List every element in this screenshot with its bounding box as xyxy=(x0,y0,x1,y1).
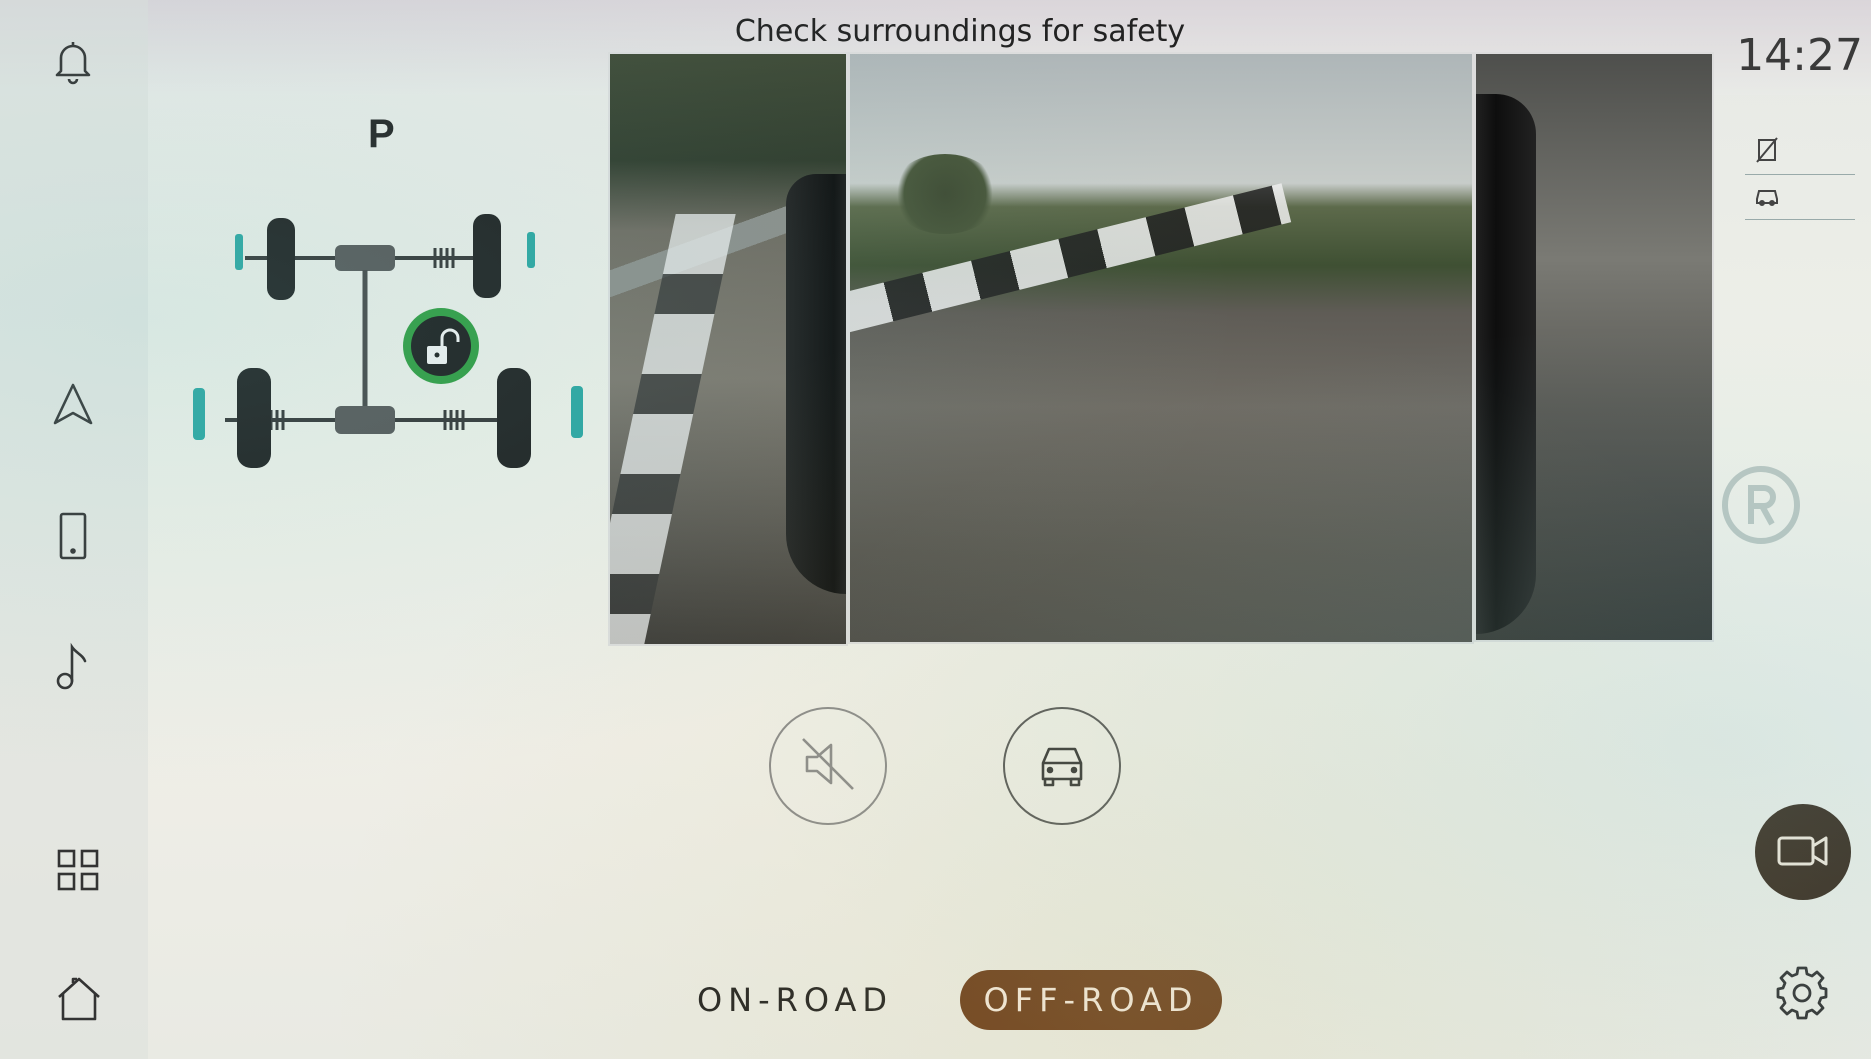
terrain-camera-screen: P Check surroundings for safety 14:27 ON… xyxy=(0,0,1871,1059)
bell-icon xyxy=(45,33,101,93)
speaker-muted-icon xyxy=(797,733,859,799)
no-parking-sensor-icon xyxy=(1753,136,1781,168)
home-button[interactable] xyxy=(44,966,114,1036)
navigation-arrow-icon xyxy=(45,377,101,437)
vehicle-side xyxy=(786,174,846,594)
settings-button[interactable] xyxy=(1770,963,1834,1027)
camera-icon xyxy=(1776,830,1830,874)
gear-icon xyxy=(1774,965,1830,1025)
car-side-icon xyxy=(1753,181,1781,213)
car-view-toggle[interactable] xyxy=(1745,175,1855,220)
gear-indicator: P xyxy=(368,112,395,156)
curb xyxy=(610,214,736,644)
drivetrain-diagram xyxy=(185,200,595,490)
right-camera-view[interactable] xyxy=(1474,52,1714,642)
notifications-button[interactable] xyxy=(38,28,108,98)
front-camera-view[interactable] xyxy=(848,52,1474,644)
phone-icon xyxy=(45,508,101,568)
apps-button[interactable] xyxy=(44,838,114,908)
home-icon xyxy=(51,971,107,1031)
phone-button[interactable] xyxy=(38,503,108,573)
vehicle-view-button[interactable] xyxy=(1003,707,1121,825)
off-road-mode-button[interactable]: OFF-ROAD xyxy=(960,970,1222,1030)
parking-sensor-toggle[interactable] xyxy=(1745,130,1855,175)
camera-button[interactable] xyxy=(1755,804,1851,900)
grid-icon xyxy=(51,843,107,903)
right-status-icons xyxy=(1745,130,1855,220)
navigation-button[interactable] xyxy=(38,372,108,442)
music-note-icon xyxy=(45,639,101,699)
vehicle-side xyxy=(1476,94,1536,634)
car-front-view-icon xyxy=(1031,733,1093,799)
mute-button[interactable] xyxy=(769,707,887,825)
media-button[interactable] xyxy=(38,634,108,704)
tree xyxy=(890,154,1000,234)
clock: 14:27 xyxy=(1736,30,1863,81)
registered-icon xyxy=(1718,462,1804,548)
on-road-mode-button[interactable]: ON-ROAD xyxy=(680,970,910,1030)
left-camera-view[interactable] xyxy=(608,52,848,646)
unlocked-padlock-icon xyxy=(403,308,479,384)
